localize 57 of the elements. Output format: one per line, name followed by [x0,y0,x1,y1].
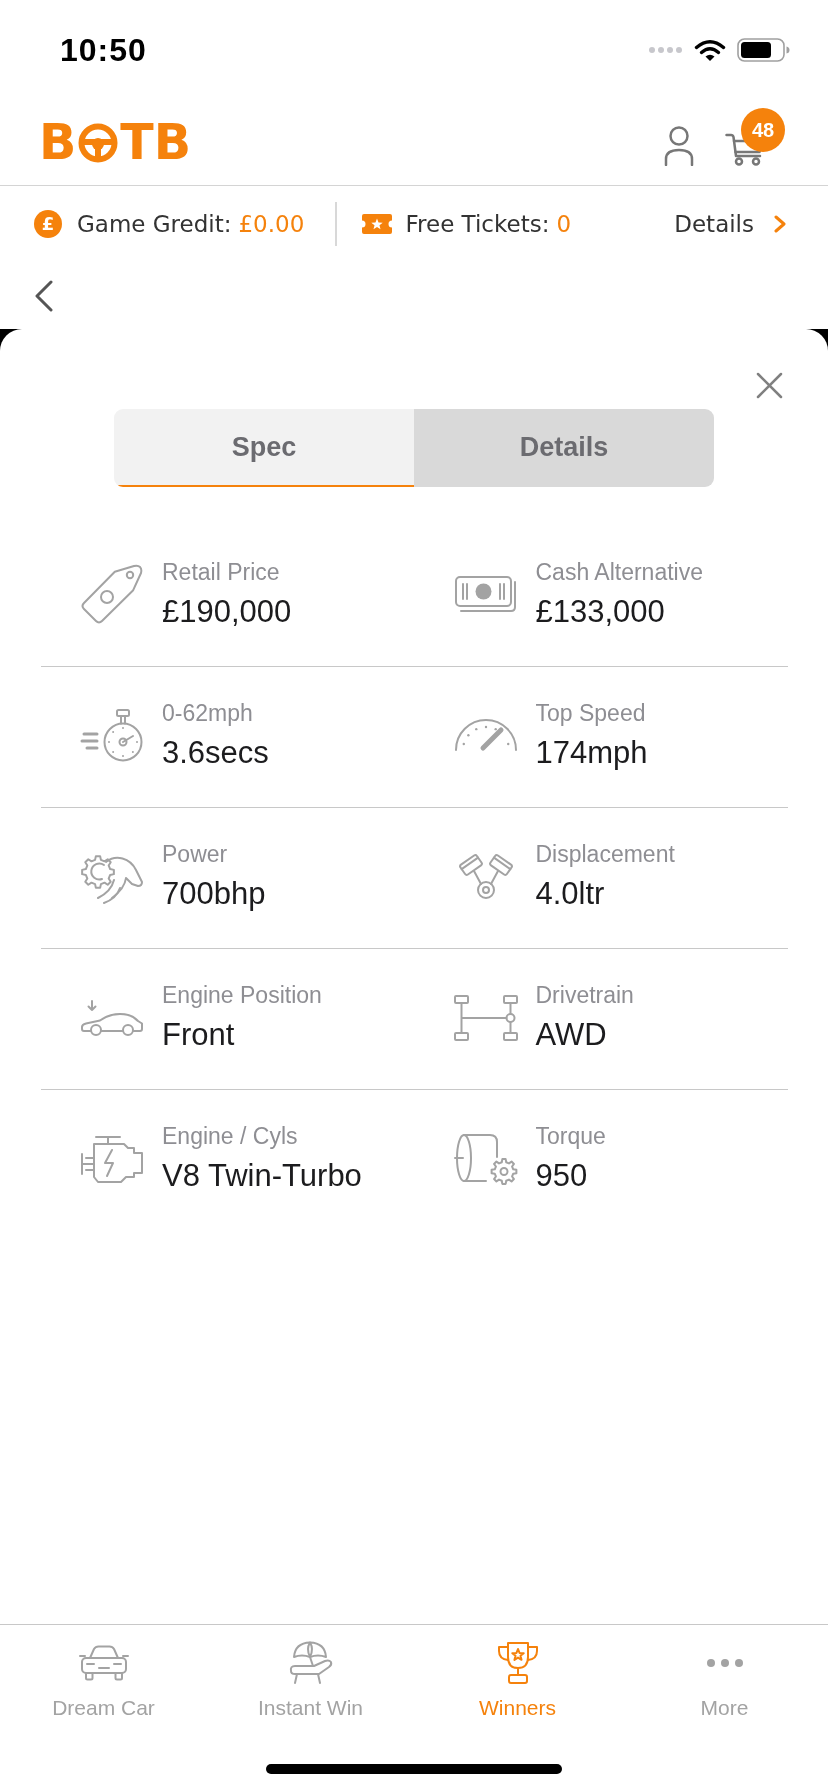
status-time: 10:50 [60,31,147,69]
pistons-icon [456,853,515,900]
spec-label: Displacement [535,841,675,869]
chevron-right-icon [774,215,786,233]
logo-text: TB [120,118,192,167]
spec-value: 4.0ltr [535,875,606,912]
logo-text: B [39,118,77,167]
spec-label: Engine Position [162,982,322,1010]
spec-label: Top Speed [535,700,647,728]
account-icon[interactable] [664,126,694,166]
free-tickets-value: 0 [556,211,572,237]
back-icon[interactable] [34,279,54,312]
cart-count-badge: 48 [741,108,785,152]
car-side-icon [80,999,144,1036]
details-link[interactable]: Details [674,211,786,237]
nav-tab[interactable]: Instant Win [207,1625,414,1720]
spec-value: 3.6secs [162,734,269,771]
close-icon[interactable] [756,372,783,399]
chassis-layout-icon [453,994,518,1041]
ticket-icon [360,212,393,236]
free-tickets-label: Free Tickets: [405,211,550,237]
beach-umbrella-lounger-icon[interactable] [287,1641,334,1685]
banknotes-icon [454,576,517,613]
game-credit-value: £0.00 [238,211,305,237]
spec-value: V8 Twin-Turbo [162,1157,362,1194]
spec-value: £133,000 [535,593,666,630]
spec-value: £190,000 [162,593,292,630]
nav-tab[interactable]: Dream Car [0,1625,207,1720]
spec-label: Power [162,841,229,869]
steering-wheel-icon [78,122,119,163]
segment-tab[interactable]: Spec [114,409,414,487]
battery-icon [737,38,791,62]
speedometer-icon [453,717,518,753]
wifi-icon [694,38,726,62]
ellipsis-icon[interactable] [704,1658,745,1668]
engine-icon [80,1134,144,1183]
spec-value: 700bhp [162,875,266,912]
game-credit-label: Game Gredit: [77,211,232,237]
pound-coin-icon: £ [34,210,62,238]
car-front-icon[interactable] [78,1645,129,1681]
spec-value: 174mph [535,734,648,771]
signal-icon [647,46,683,54]
nav-tab[interactable]: More [621,1625,828,1720]
spec-label: Cash Alternative [535,559,703,586]
spec-value: AWD [535,1016,608,1053]
price-tag-icon [80,563,144,626]
spec-label: 0-62mph [162,700,254,728]
spec-label: Retail Price [162,559,281,586]
spec-value: 950 [535,1157,589,1194]
drum-gear-icon [453,1132,518,1185]
spec-label: Engine / Cyls [162,1123,299,1151]
spec-value: Front [162,1016,236,1053]
segment-tab[interactable]: Details [414,409,714,487]
spec-label: Drivetrain [535,982,634,1010]
stopwatch-icon [80,708,144,763]
spec-label: Torque [535,1123,606,1151]
nav-tab[interactable]: Winners [414,1625,621,1720]
